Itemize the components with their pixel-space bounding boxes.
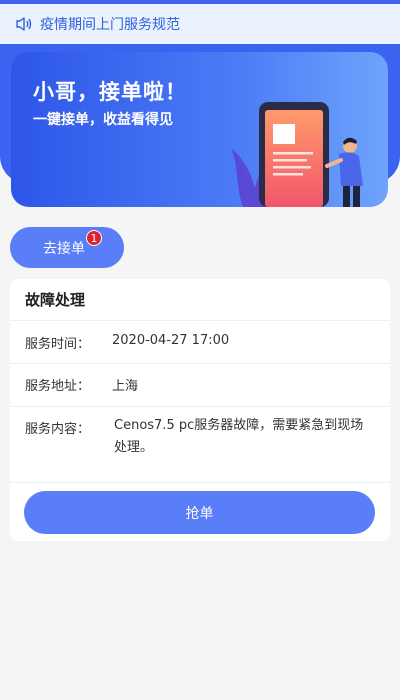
service-address-value: 上海 [112, 379, 139, 394]
notice-bar[interactable]: 疫情期间上门服务规范 [0, 4, 400, 44]
order-card: 故障处理 服务时间： 2020-04-27 17:00 服务地址： 上海 服务内… [10, 279, 390, 541]
service-time-value: 2020-04-27 17:00 [112, 333, 230, 348]
service-address-label: 服务地址： [25, 379, 91, 394]
divider [10, 320, 390, 321]
notification-badge: 1 [86, 230, 102, 246]
divider [10, 363, 390, 364]
promo-banner[interactable]: 小哥，接单啦！ 一键接单，收益看得见 [11, 52, 388, 207]
service-time-label: 服务时间： [25, 337, 91, 352]
service-content-value: Cenos7.5 pc服务器故障，需要紧急到现场处理。 [114, 418, 364, 455]
courier-phone-illustration [231, 102, 363, 207]
banner-subline: 一键接单，收益看得见 [33, 112, 173, 128]
grab-order-button[interactable]: 抢单 [24, 491, 375, 534]
go-take-orders-button[interactable]: 去接单 [10, 227, 124, 268]
speaker-icon [16, 17, 32, 31]
order-title: 故障处理 [25, 291, 86, 309]
go-take-orders-label: 去接单 [43, 240, 85, 257]
divider [10, 406, 390, 407]
banner-headline: 小哥，接单啦！ [33, 80, 187, 104]
notice-text: 疫情期间上门服务规范 [40, 17, 180, 33]
divider [10, 482, 390, 483]
service-content-label: 服务内容： [25, 422, 91, 437]
